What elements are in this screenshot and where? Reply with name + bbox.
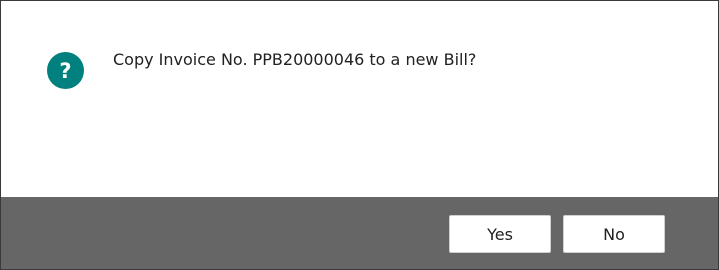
question-icon: ?: [47, 52, 84, 89]
question-mark-glyph: ?: [59, 58, 72, 83]
dialog-message: Copy Invoice No. PPB20000046 to a new Bi…: [113, 50, 477, 69]
no-button[interactable]: No: [563, 215, 665, 253]
dialog-body: ? Copy Invoice No. PPB20000046 to a new …: [1, 1, 718, 197]
confirm-dialog: ? Copy Invoice No. PPB20000046 to a new …: [0, 0, 719, 270]
dialog-footer: Yes No: [1, 197, 718, 269]
yes-button[interactable]: Yes: [449, 215, 551, 253]
